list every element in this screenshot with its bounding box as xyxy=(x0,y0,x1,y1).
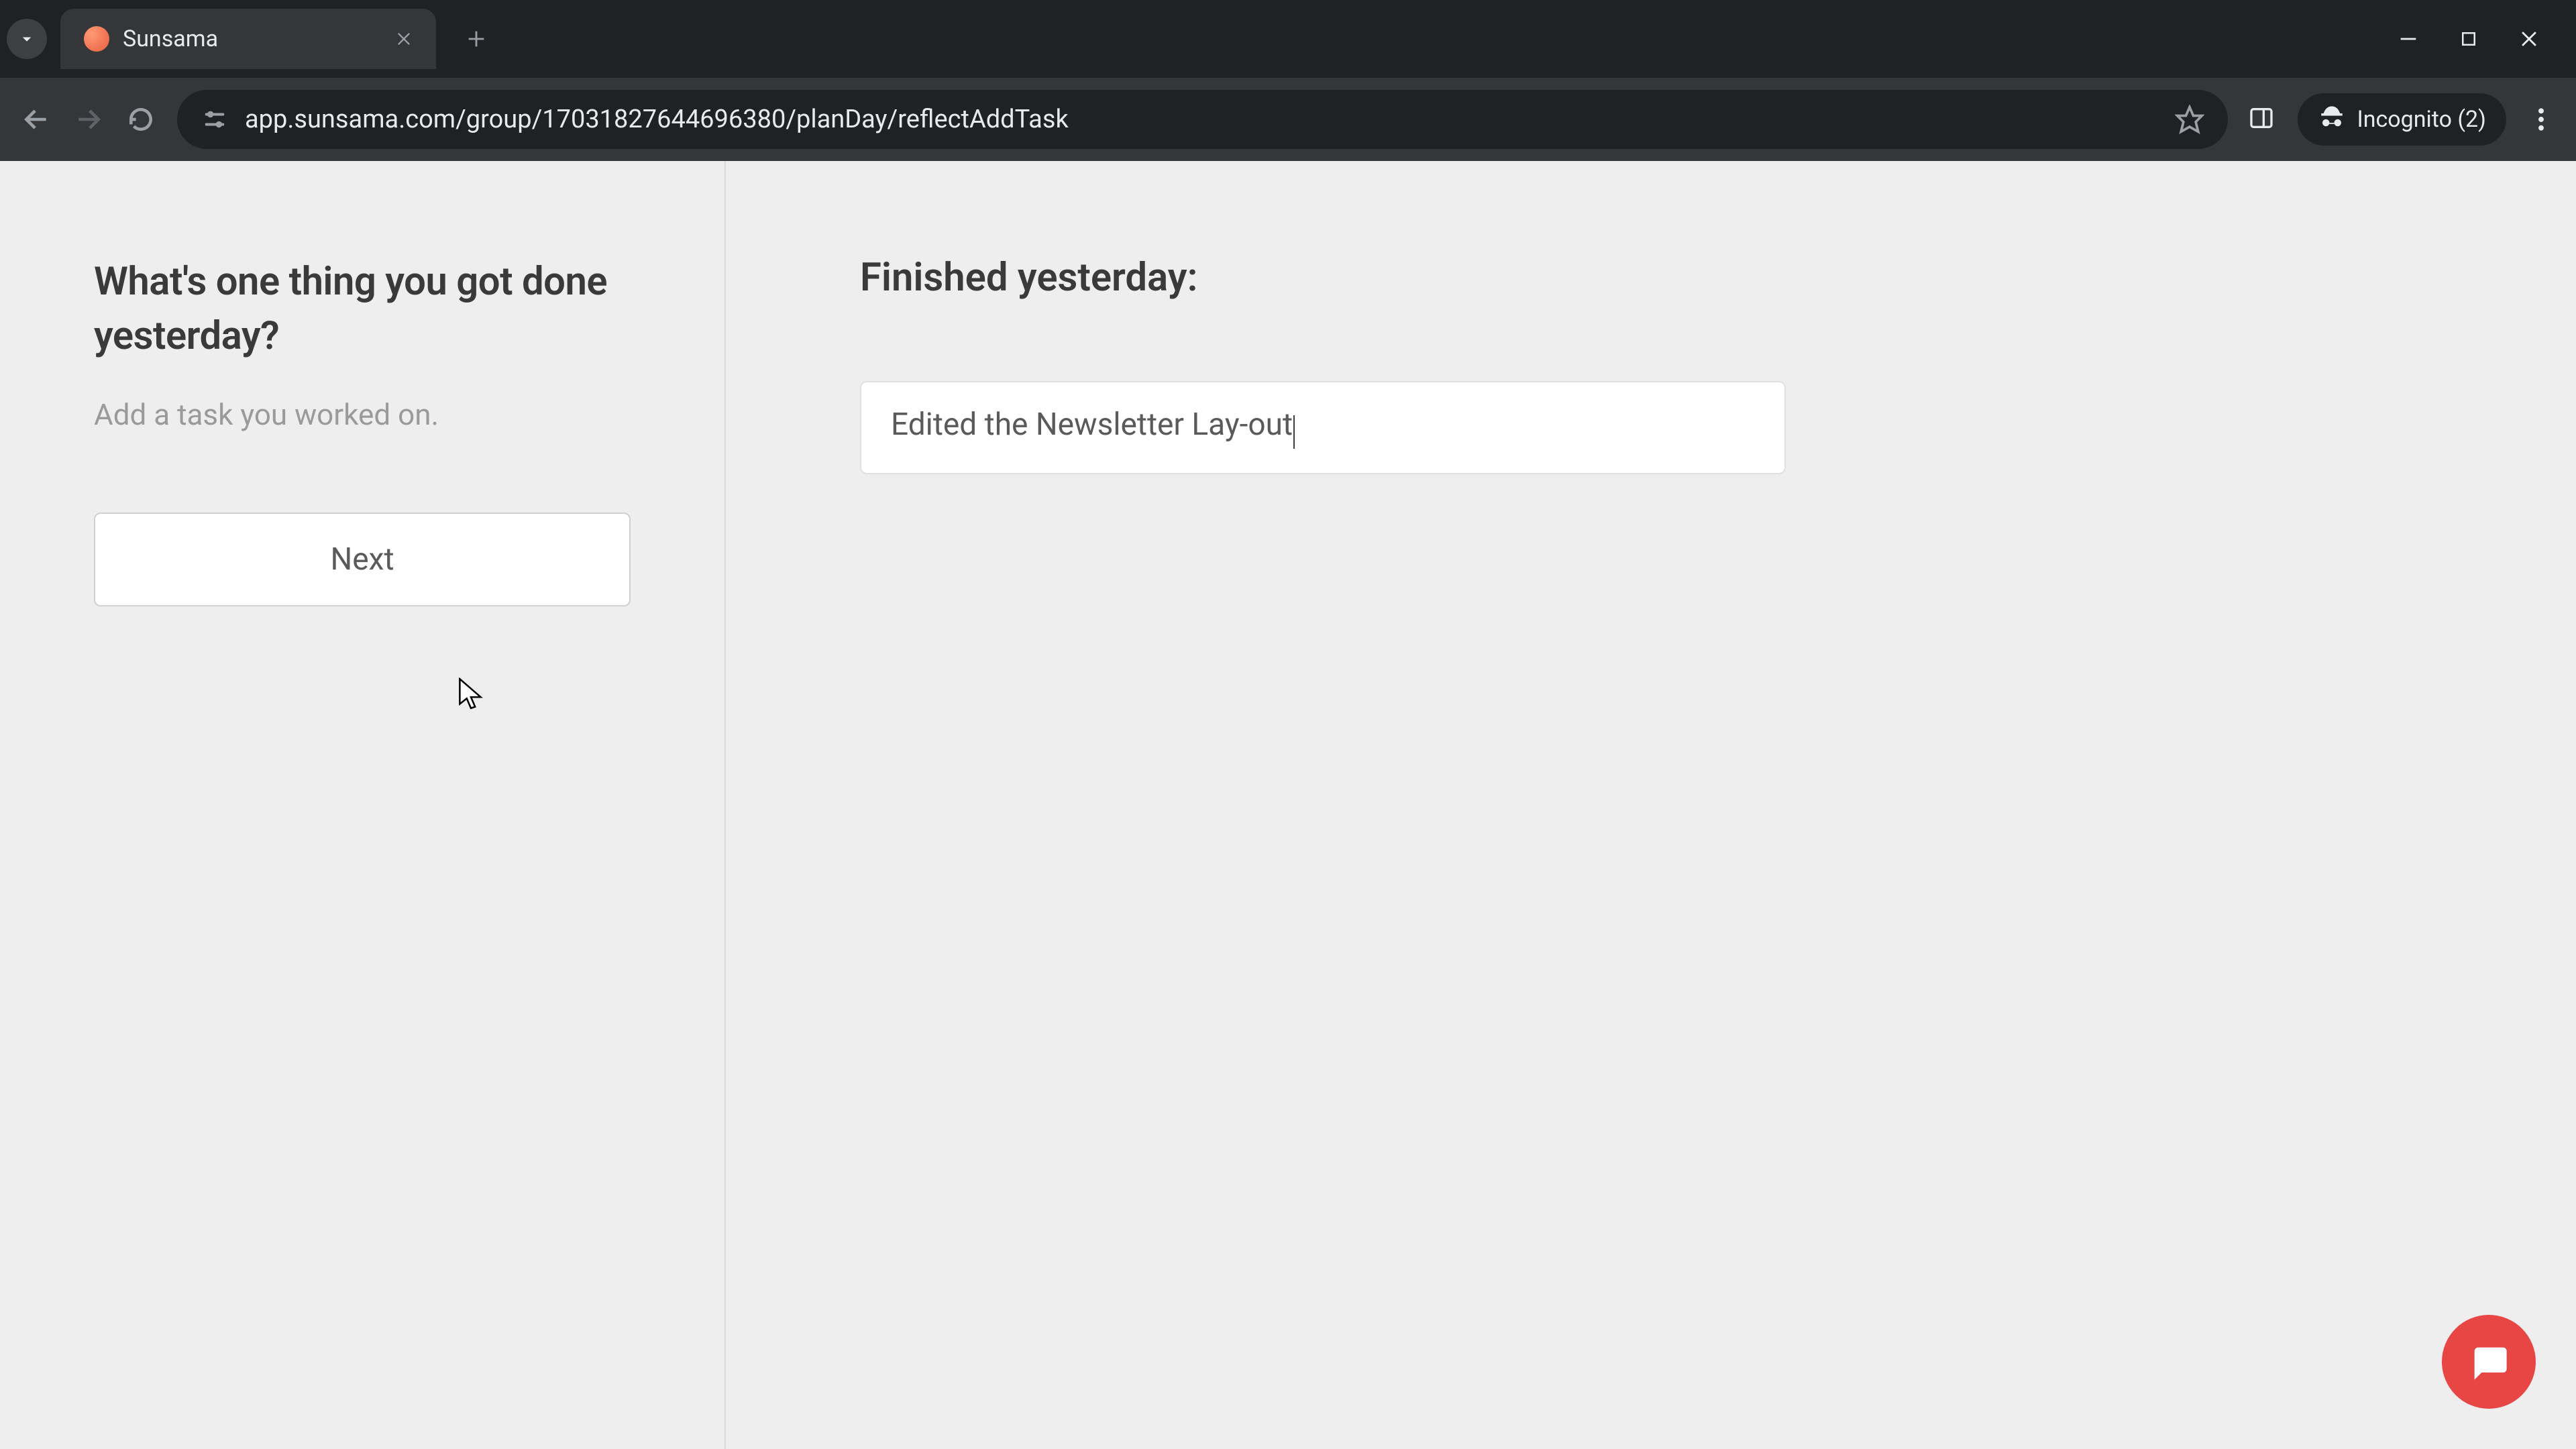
address-bar-row: app.sunsama.com/group/17031827644696380/… xyxy=(0,78,2576,161)
page-content: What's one thing you got done yesterday?… xyxy=(0,161,2576,1449)
sidebar-heading: What's one thing you got done yesterday? xyxy=(94,255,631,364)
text-cursor xyxy=(1293,415,1295,449)
new-tab-button[interactable] xyxy=(456,19,496,59)
main-area: Finished yesterday: Edited the Newslette… xyxy=(726,161,2576,1449)
tab-title: Sunsama xyxy=(123,25,378,52)
panel-icon xyxy=(2248,105,2275,131)
minimize-icon xyxy=(2397,28,2420,50)
forward-button[interactable] xyxy=(72,103,105,136)
reload-icon xyxy=(126,105,156,134)
close-window-button[interactable] xyxy=(2516,25,2542,52)
url-text: app.sunsama.com/group/17031827644696380/… xyxy=(245,105,2159,134)
chat-icon xyxy=(2467,1340,2510,1383)
incognito-icon xyxy=(2318,104,2346,135)
close-icon xyxy=(2518,28,2540,50)
reload-button[interactable] xyxy=(125,103,157,136)
browser-menu-button[interactable] xyxy=(2526,105,2556,134)
arrow-left-icon xyxy=(21,105,51,134)
tune-icon xyxy=(202,107,227,132)
tab-bar: Sunsama xyxy=(0,0,2576,78)
window-controls xyxy=(2395,25,2576,52)
minimize-button[interactable] xyxy=(2395,25,2422,52)
chevron-down-icon xyxy=(17,29,37,49)
incognito-badge[interactable]: Incognito (2) xyxy=(2298,93,2506,146)
incognito-label: Incognito (2) xyxy=(2357,106,2486,133)
site-settings-button[interactable] xyxy=(201,105,229,133)
tab-close-button[interactable] xyxy=(392,27,416,51)
star-icon xyxy=(2175,105,2204,134)
arrow-right-icon xyxy=(74,105,103,134)
sidebar-subtitle: Add a task you worked on. xyxy=(94,397,631,432)
maximize-button[interactable] xyxy=(2455,25,2482,52)
address-bar[interactable]: app.sunsama.com/group/17031827644696380/… xyxy=(177,90,2228,149)
bookmark-button[interactable] xyxy=(2175,105,2204,134)
close-icon xyxy=(394,30,413,48)
chat-support-button[interactable] xyxy=(2442,1315,2536,1409)
sidebar: What's one thing you got done yesterday?… xyxy=(0,161,726,1449)
dots-vertical-icon xyxy=(2538,107,2544,132)
main-heading: Finished yesterday: xyxy=(860,255,2442,301)
task-input-wrapper[interactable]: Edited the Newsletter Lay-out xyxy=(860,381,1786,474)
tab-search-dropdown[interactable] xyxy=(7,19,47,59)
plus-icon xyxy=(465,28,488,50)
back-button[interactable] xyxy=(20,103,52,136)
task-input[interactable]: Edited the Newsletter Lay-out xyxy=(891,407,1293,443)
sunsama-favicon-icon xyxy=(84,26,109,52)
side-panel-button[interactable] xyxy=(2248,105,2277,134)
browser-tab[interactable]: Sunsama xyxy=(60,9,436,69)
next-button[interactable]: Next xyxy=(94,513,631,606)
maximize-icon xyxy=(2459,29,2479,49)
browser-chrome: Sunsama xyxy=(0,0,2576,161)
